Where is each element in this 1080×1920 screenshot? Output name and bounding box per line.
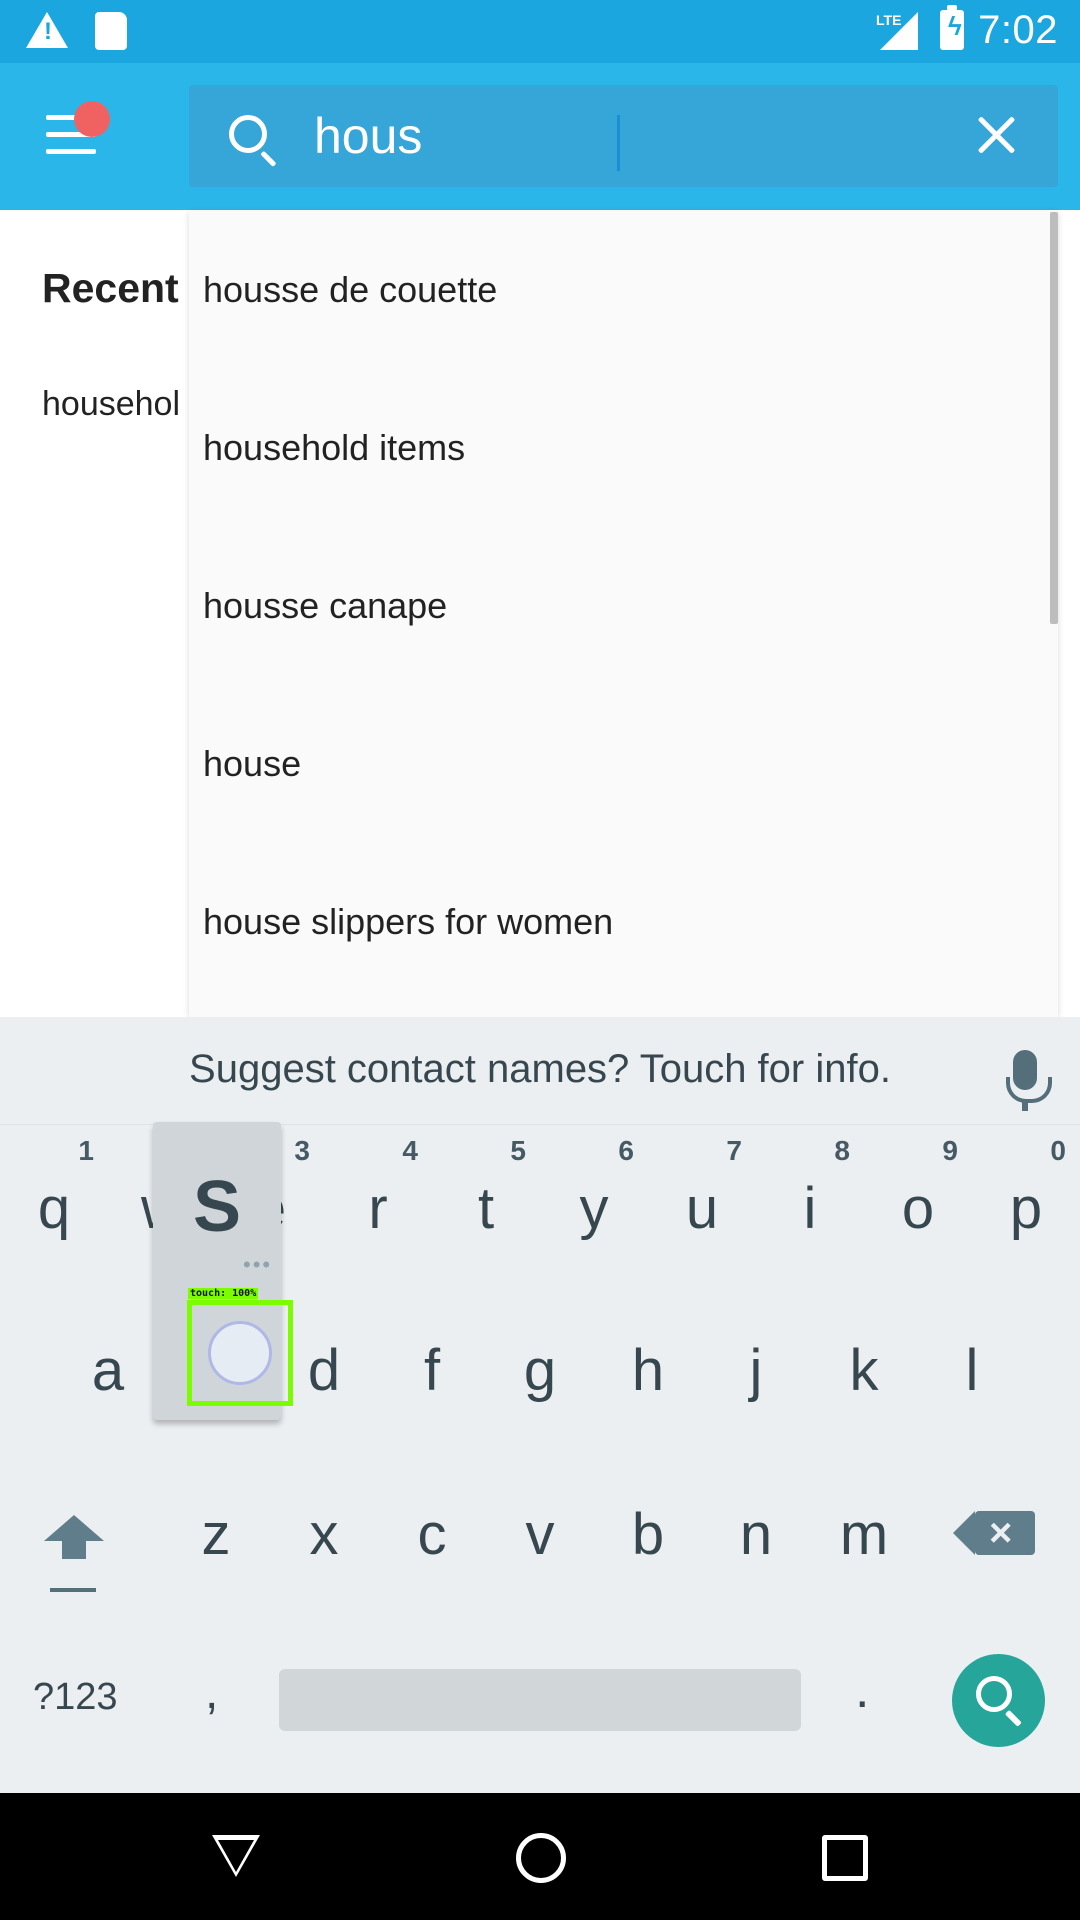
suggestion-item[interactable]: household items: [203, 418, 1023, 478]
home-icon[interactable]: [516, 1833, 566, 1883]
key-letter: i: [803, 1176, 817, 1241]
key-letter: x: [309, 1502, 339, 1567]
search-icon: [229, 115, 267, 153]
microphone-stand: [1006, 1077, 1052, 1103]
key-l[interactable]: l: [918, 1297, 1026, 1427]
key-letter: g: [523, 1338, 557, 1403]
touch-label: touch: 100%: [188, 1288, 259, 1299]
touch-point: [208, 1321, 272, 1385]
text-caret: [617, 115, 620, 171]
key-preview-letter: S: [192, 1167, 242, 1247]
key-letter: q: [37, 1176, 71, 1241]
close-icon[interactable]: [969, 109, 1023, 163]
suggestion-item[interactable]: house: [203, 734, 1023, 794]
warning-mark: !: [44, 18, 52, 45]
network-type: LTE: [876, 12, 902, 28]
key-number: 3: [294, 1135, 310, 1166]
key-letter: t: [477, 1176, 495, 1241]
key-q[interactable]: 1q: [0, 1135, 108, 1265]
key-v[interactable]: v: [486, 1461, 594, 1591]
key-letter: m: [839, 1502, 889, 1567]
key-letter: l: [965, 1338, 979, 1403]
key-g[interactable]: g: [486, 1297, 594, 1427]
microphone-base: [1022, 1101, 1028, 1111]
period-key[interactable]: .: [855, 1660, 869, 1720]
comma-key[interactable]: ,: [205, 1665, 218, 1720]
more-keys-indicator: •••: [243, 1252, 273, 1277]
suggestion-item[interactable]: housse canape: [203, 576, 1023, 636]
key-number: 0: [1050, 1135, 1066, 1166]
key-number: 7: [726, 1135, 742, 1166]
key-letter: u: [685, 1176, 719, 1241]
key-letter: p: [1009, 1176, 1043, 1241]
key-x[interactable]: x: [270, 1461, 378, 1591]
space-key[interactable]: [279, 1669, 801, 1731]
status-bar: ! LTE ϟ 7:02: [0, 0, 1080, 63]
key-b[interactable]: b: [594, 1461, 702, 1591]
key-j[interactable]: j: [702, 1297, 810, 1427]
key-f[interactable]: f: [378, 1297, 486, 1427]
key-h[interactable]: h: [594, 1297, 702, 1427]
search-icon: [976, 1676, 1012, 1712]
app-bar: hous: [0, 63, 1080, 210]
key-letter: r: [368, 1176, 388, 1241]
key-letter: h: [631, 1338, 665, 1403]
key-letter: k: [849, 1338, 879, 1403]
key-a[interactable]: a: [54, 1297, 162, 1427]
status-time: 7:02: [978, 8, 1058, 52]
search-box[interactable]: hous: [189, 85, 1058, 187]
backspace-icon[interactable]: ×: [953, 1511, 1035, 1555]
shift-icon[interactable]: [44, 1515, 104, 1541]
key-z[interactable]: z: [162, 1461, 270, 1591]
key-r[interactable]: 4r: [324, 1135, 432, 1265]
navigation-bar: [0, 1793, 1080, 1920]
suggestions-dropdown: housse de couette household items housse…: [189, 210, 1058, 1017]
key-i[interactable]: 8i: [756, 1135, 864, 1265]
back-icon-inner: [218, 1840, 254, 1872]
key-letter: a: [91, 1338, 125, 1403]
key-letter: o: [901, 1176, 935, 1241]
key-p[interactable]: 0p: [972, 1135, 1080, 1265]
sd-card-icon: [95, 12, 127, 50]
scrollbar-thumb[interactable]: [1050, 212, 1058, 624]
key-letter: y: [579, 1176, 609, 1241]
suggestion-strip-text[interactable]: Suggest contact names? Touch for info.: [0, 1047, 1080, 1092]
search-input[interactable]: hous: [314, 103, 914, 169]
charging-bolt-icon: ϟ: [948, 11, 962, 41]
key-number: 6: [618, 1135, 634, 1166]
key-letter: f: [423, 1338, 441, 1403]
key-letter: j: [749, 1338, 763, 1403]
symbols-key[interactable]: ?123: [33, 1676, 118, 1719]
key-letter: b: [631, 1502, 665, 1567]
key-c[interactable]: c: [378, 1461, 486, 1591]
key-k[interactable]: k: [810, 1297, 918, 1427]
key-number: 9: [942, 1135, 958, 1166]
key-y[interactable]: 6y: [540, 1135, 648, 1265]
recent-title: Recent: [42, 265, 179, 311]
suggestion-item[interactable]: house slippers for women: [203, 892, 1023, 952]
key-u[interactable]: 7u: [648, 1135, 756, 1265]
recent-item[interactable]: househol: [42, 385, 180, 424]
shift-lock-indicator: [50, 1588, 96, 1592]
suggestion-item[interactable]: housse de couette: [203, 260, 1023, 320]
recents-icon[interactable]: [822, 1835, 868, 1881]
suggestion-strip[interactable]: Suggest contact names? Touch for info.: [0, 1017, 1080, 1125]
key-number: 4: [402, 1135, 418, 1166]
key-letter: z: [201, 1502, 231, 1567]
key-o[interactable]: 9o: [864, 1135, 972, 1265]
notification-dot: [74, 101, 110, 137]
key-number: 1: [78, 1135, 94, 1166]
keyboard-search-button[interactable]: [952, 1654, 1045, 1747]
shift-icon-stem: [62, 1541, 86, 1559]
key-number: 8: [834, 1135, 850, 1166]
key-n[interactable]: n: [702, 1461, 810, 1591]
key-t[interactable]: 5t: [432, 1135, 540, 1265]
key-letter: c: [417, 1502, 447, 1567]
key-number: 5: [510, 1135, 526, 1166]
key-m[interactable]: m: [810, 1461, 918, 1591]
key-letter: v: [525, 1502, 555, 1567]
key-letter: n: [739, 1502, 773, 1567]
